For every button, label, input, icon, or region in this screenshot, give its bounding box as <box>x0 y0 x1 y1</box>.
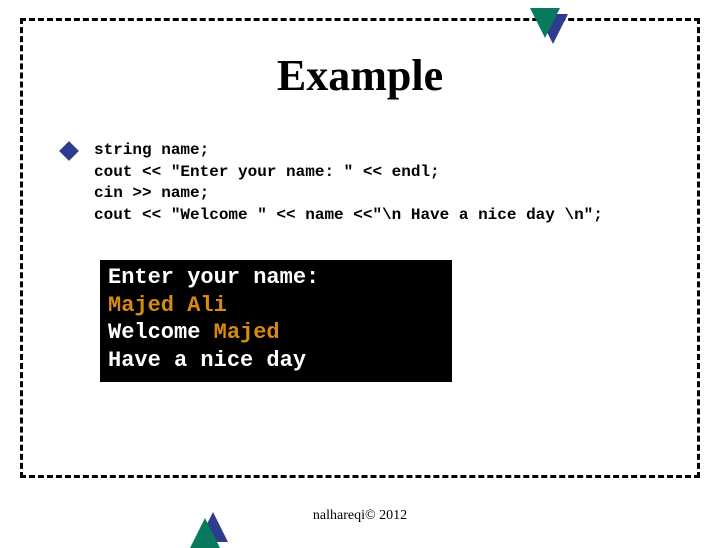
slide-title: Example <box>0 50 720 101</box>
console-line: Welcome Majed <box>108 319 444 347</box>
console-line: Majed Ali <box>108 292 444 320</box>
code-line: cin >> name; <box>94 184 209 202</box>
code-line: string name; <box>94 141 209 159</box>
footer-text: nalhareqi© 2012 <box>0 508 720 524</box>
console-text: Welcome <box>108 320 214 345</box>
diamond-bullet-icon <box>59 141 79 161</box>
code-line: cout << "Enter your name: " << endl; <box>94 163 440 181</box>
console-output: Enter your name: Majed Ali Welcome Majed… <box>100 260 452 382</box>
code-block: string name; cout << "Enter your name: "… <box>94 140 603 226</box>
code-line: cout << "Welcome " << name <<"\n Have a … <box>94 206 603 224</box>
bullet-item: string name; cout << "Enter your name: "… <box>62 140 690 226</box>
console-line: Have a nice day <box>108 347 444 375</box>
console-line: Enter your name: <box>108 264 444 292</box>
console-text: Majed <box>214 320 280 345</box>
slide-body: string name; cout << "Enter your name: "… <box>62 140 690 226</box>
